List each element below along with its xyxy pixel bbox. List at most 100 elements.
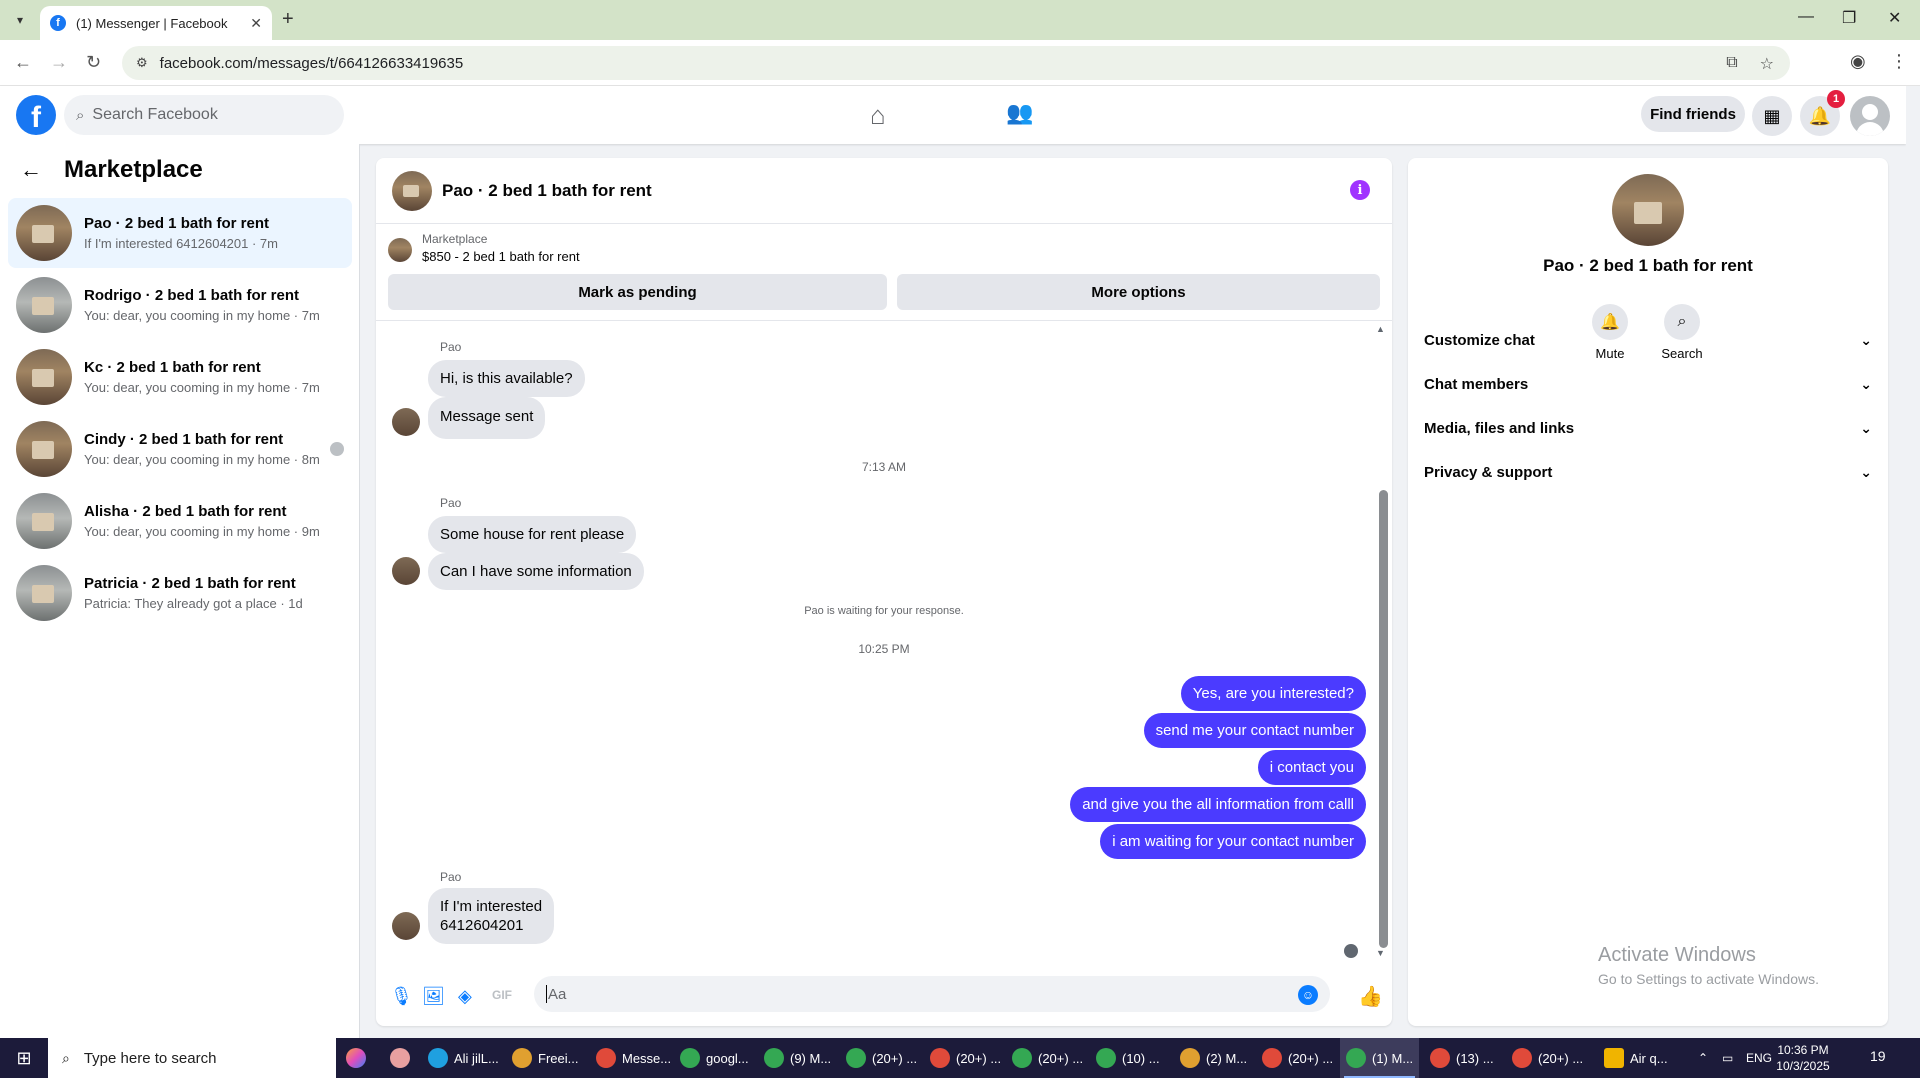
taskbar-app[interactable]: (13) ... xyxy=(1430,1038,1494,1078)
taskbar-app[interactable]: (20+) ... xyxy=(846,1038,917,1078)
url-text[interactable]: facebook.com/messages/t/664126633419635 xyxy=(160,55,464,72)
site-settings-icon[interactable]: ⚙ xyxy=(136,55,148,71)
app-label: Ali jilL... xyxy=(454,1050,499,1066)
attach-image-icon[interactable]: 🖼 xyxy=(422,986,445,1007)
chrome-icon xyxy=(1180,1048,1200,1068)
taskbar-app-active[interactable]: (1) M... xyxy=(1340,1038,1420,1078)
weather-widget[interactable]: Air q... xyxy=(1604,1038,1668,1078)
incoming-message[interactable]: If I'm interested 6412604201 xyxy=(428,888,555,944)
sender-avatar[interactable] xyxy=(392,912,420,940)
taskbar-app[interactable]: googl... xyxy=(680,1038,749,1078)
activate-windows-watermark: Activate Windows Go to Settings to activ… xyxy=(1598,944,1819,987)
sticker-icon[interactable]: ◈ xyxy=(458,986,472,1007)
conversation-item[interactable]: Kc · 2 bed 1 bath for rent You: dear, yo… xyxy=(8,342,352,412)
conversation-item[interactable]: Cindy · 2 bed 1 bath for rent You: dear,… xyxy=(8,414,352,484)
facebook-logo-icon[interactable]: f xyxy=(16,95,56,135)
incoming-message[interactable]: Can I have some information xyxy=(428,553,644,590)
address-bar[interactable]: ⚙ facebook.com/messages/t/66412663341963… xyxy=(122,46,1790,80)
taskbar-app[interactable]: (20+) ... xyxy=(1012,1038,1083,1078)
clock-time: 10:36 PM xyxy=(1777,1043,1829,1057)
back-arrow-icon[interactable]: ← xyxy=(20,157,42,183)
incoming-message[interactable]: Some house for rent please xyxy=(428,516,637,553)
conversation-item[interactable]: Rodrigo · 2 bed 1 bath for rent You: dea… xyxy=(8,270,352,340)
chat-title[interactable]: Pao · 2 bed 1 bath for rent xyxy=(442,181,652,201)
search-icon: ⌕ xyxy=(62,1049,70,1066)
facebook-search-input[interactable]: ⌕ Search Facebook xyxy=(64,95,344,135)
emoji-icon[interactable]: ☺ xyxy=(1298,985,1318,1005)
restore-button[interactable]: ❐ xyxy=(1842,8,1856,28)
back-arrow-icon[interactable]: ← xyxy=(14,52,32,73)
notification-center-icon[interactable]: 19 xyxy=(1870,1048,1886,1064)
weather-label: Air q... xyxy=(1630,1050,1668,1066)
tray-chevron-up-icon[interactable]: ⌃ xyxy=(1698,1038,1708,1078)
bookmark-star-icon[interactable]: ☆ xyxy=(1760,54,1774,74)
windows-start-icon[interactable]: ⊞ xyxy=(0,1038,48,1078)
conversation-item[interactable]: Pao · 2 bed 1 bath for rent If I'm inter… xyxy=(8,198,352,268)
taskbar-app[interactable]: (20+) ... xyxy=(1512,1038,1583,1078)
browser-toolbar: ← → ↻ ⚙ facebook.com/messages/t/66412663… xyxy=(0,40,1920,86)
app-label: (20+) ... xyxy=(1538,1050,1584,1066)
page-scrollbar[interactable] xyxy=(1906,86,1920,1038)
taskbar-app[interactable]: (9) M... xyxy=(764,1038,831,1078)
conversation-info-icon[interactable]: i xyxy=(1350,180,1370,200)
more-options-button[interactable]: More options xyxy=(897,274,1380,310)
sender-avatar[interactable] xyxy=(392,408,420,436)
outgoing-message[interactable]: and give you the all information from ca… xyxy=(1070,787,1366,822)
taskbar-search-input[interactable]: ⌕ Type here to search xyxy=(48,1038,336,1078)
media-files-links-section[interactable]: Media, files and links ⌄ xyxy=(1424,406,1872,450)
menu-grid-icon[interactable]: ▦ xyxy=(1752,96,1792,136)
taskbar-app[interactable]: (20+) ... xyxy=(1262,1038,1333,1078)
menu-dots-icon[interactable]: ⋮ xyxy=(1890,51,1908,72)
listing-summary[interactable]: Marketplace $850 - 2 bed 1 bath for rent xyxy=(388,232,580,264)
chat-scrollbar[interactable] xyxy=(1379,490,1388,948)
taskbar-app[interactable]: Freei... xyxy=(512,1038,578,1078)
tab-close-icon[interactable]: ✕ xyxy=(250,15,262,32)
clock-date: 10/3/2025 xyxy=(1776,1059,1830,1073)
snip-app-icon[interactable] xyxy=(390,1038,416,1078)
scroll-down-arrow-icon[interactable]: ▼ xyxy=(1376,948,1385,958)
minimize-button[interactable]: — xyxy=(1798,8,1814,26)
taskbar-app[interactable]: (2) M... xyxy=(1180,1038,1247,1078)
taskbar-app[interactable]: Messe... xyxy=(596,1038,671,1078)
microphone-icon[interactable]: 🎙 xyxy=(390,986,413,1007)
taskbar-app[interactable]: (20+) ... xyxy=(930,1038,1001,1078)
scroll-up-arrow-icon[interactable]: ▲ xyxy=(1376,324,1385,334)
tab-search-chevron-down-icon[interactable]: ▾ xyxy=(8,8,32,32)
incoming-message[interactable]: Hi, is this available? xyxy=(428,360,585,397)
find-friends-button[interactable]: Find friends xyxy=(1641,96,1745,132)
privacy-support-section[interactable]: Privacy & support ⌄ xyxy=(1424,450,1872,494)
sender-avatar[interactable] xyxy=(392,557,420,585)
new-tab-button[interactable]: + xyxy=(282,8,294,31)
customize-chat-section[interactable]: Customize chat ⌄ xyxy=(1424,318,1872,362)
chat-avatar[interactable] xyxy=(392,170,432,211)
forward-arrow-icon[interactable]: → xyxy=(50,52,68,73)
listing-thumbnail[interactable] xyxy=(1612,174,1684,246)
chat-members-section[interactable]: Chat members ⌄ xyxy=(1424,362,1872,406)
profile-icon[interactable]: ◉ xyxy=(1850,51,1866,72)
outgoing-message[interactable]: i contact you xyxy=(1257,750,1366,785)
home-icon[interactable]: ⌂ xyxy=(870,100,886,131)
install-app-icon[interactable]: ⧉ xyxy=(1726,54,1737,74)
gif-icon[interactable]: GIF xyxy=(492,988,512,1002)
incoming-message[interactable]: Message sent xyxy=(428,397,546,439)
mark-as-pending-button[interactable]: Mark as pending xyxy=(388,274,887,310)
browser-tab[interactable]: f (1) Messenger | Facebook ✕ xyxy=(40,6,272,40)
clock[interactable]: 10:36 PM 10/3/2025 xyxy=(1758,1042,1848,1074)
close-window-button[interactable]: ✕ xyxy=(1888,8,1901,28)
network-icon[interactable]: ▭ xyxy=(1722,1038,1733,1078)
copilot-app-icon[interactable] xyxy=(346,1038,372,1078)
conversation-item[interactable]: Patricia · 2 bed 1 bath for rent Patrici… xyxy=(8,558,352,628)
app-label: (20+) ... xyxy=(956,1050,1002,1066)
taskbar-app[interactable]: Ali jilL... xyxy=(428,1038,499,1078)
outgoing-message[interactable]: Yes, are you interested? xyxy=(1180,676,1366,711)
thumbs-up-icon[interactable]: 👍 xyxy=(1358,984,1383,1009)
friends-icon[interactable]: 👥 xyxy=(1006,100,1033,126)
reload-icon[interactable]: ↻ xyxy=(86,52,101,73)
taskbar-app[interactable]: (10) ... xyxy=(1096,1038,1160,1078)
outgoing-message[interactable]: send me your contact number xyxy=(1143,713,1366,748)
message-input[interactable]: Aa ☺ xyxy=(534,976,1330,1012)
outgoing-message[interactable]: i am waiting for your contact number xyxy=(1100,824,1366,859)
chevron-down-icon: ⌄ xyxy=(1860,463,1872,480)
conversation-item[interactable]: Alisha · 2 bed 1 bath for rent You: dear… xyxy=(8,486,352,556)
account-avatar[interactable] xyxy=(1850,96,1890,136)
